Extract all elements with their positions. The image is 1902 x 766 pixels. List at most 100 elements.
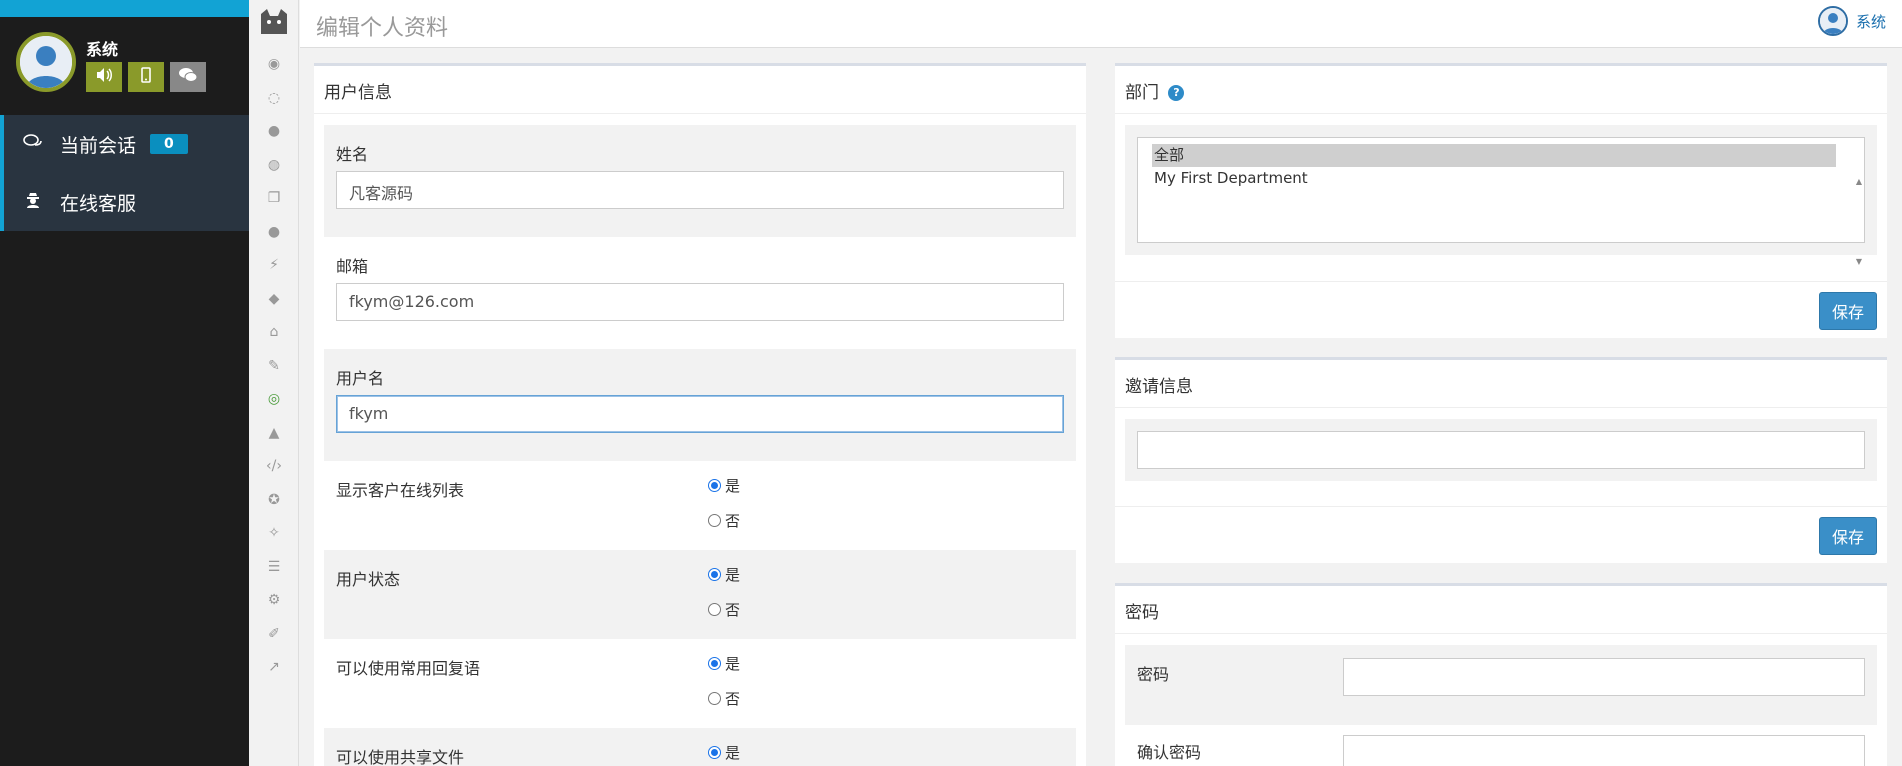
chat-icon	[178, 67, 198, 87]
radio-yes-label: 是	[725, 477, 741, 495]
list-icon[interactable]: ☰	[249, 559, 299, 575]
radio-no[interactable]: 否	[708, 688, 740, 709]
header-user-name: 系统	[1855, 12, 1886, 31]
radio-no-unchecked[interactable]	[708, 514, 721, 527]
radio-yes[interactable]: 是	[708, 653, 740, 674]
eye-icon[interactable]: ◉	[249, 56, 299, 72]
confirm-password-label: 确认密码	[1137, 743, 1202, 762]
profile-card: 系统	[16, 32, 246, 96]
confirm-password-input[interactable]	[1343, 735, 1865, 766]
radio-yes-label: 是	[725, 655, 741, 673]
help-icon[interactable]: ?	[1168, 85, 1185, 101]
panel-title: 密码	[1115, 586, 1887, 634]
password-input[interactable]	[1343, 658, 1865, 696]
profile-name: 系统	[86, 40, 119, 59]
comment-solid-icon[interactable]: ●	[249, 224, 299, 240]
sound-icon	[95, 67, 113, 87]
user-secret-icon	[22, 192, 44, 213]
name-input[interactable]: 凡客源码	[336, 171, 1064, 209]
radio-no[interactable]: 否	[708, 599, 740, 620]
header-avatar	[1817, 6, 1848, 36]
invite-panel: 邀请信息 保存	[1115, 357, 1887, 563]
email-input[interactable]: fkym@126.com	[336, 283, 1064, 321]
department-option[interactable]: 全部	[1152, 144, 1836, 167]
department-panel: 部门 ? 全部 My First Department ▲ ▼ 保存	[1115, 63, 1887, 338]
radio-yes-checked[interactable]	[708, 657, 721, 670]
option-row: 可以使用常用回复语 是 否	[324, 639, 1076, 728]
option-label: 可以使用共享文件	[336, 748, 465, 766]
bank-icon[interactable]: ⌂	[249, 324, 299, 340]
invite-save-button[interactable]: 保存	[1819, 517, 1877, 555]
department-title: 部门	[1125, 83, 1159, 103]
mobile-icon	[141, 67, 151, 87]
nav-online-service[interactable]: 在线客服	[0, 173, 249, 231]
radio-no-label: 否	[725, 690, 741, 708]
mobile-button[interactable]	[128, 62, 164, 92]
department-option[interactable]: My First Department	[1152, 167, 1850, 190]
icon-rail: ◉ ◌ ● ◍ ❐ ● ⚡ ◆ ⌂ ✎ ◎ ▲ ‹/› ✪ ✧ ☰ ⚙ ✐ ↗	[249, 0, 299, 766]
password-panel: 密码 密码 确认密码	[1115, 583, 1887, 766]
header-user[interactable]: 系统	[1817, 6, 1886, 36]
option-row: 用户状态 是 否	[324, 550, 1076, 639]
invite-input[interactable]	[1137, 431, 1865, 469]
sound-button[interactable]	[86, 62, 122, 92]
pencil-icon[interactable]: ✎	[249, 358, 299, 374]
user-circle-icon[interactable]: ◎	[249, 391, 299, 407]
session-count-badge: 0	[150, 134, 188, 154]
radio-no-unchecked[interactable]	[708, 692, 721, 705]
username-input[interactable]: fkym	[336, 395, 1064, 433]
name-row: 姓名 凡客源码	[324, 125, 1076, 237]
option-label: 显示客户在线列表	[336, 481, 465, 500]
radio-yes-checked[interactable]	[708, 568, 721, 581]
radio-no[interactable]: 否	[708, 510, 740, 531]
listbox-scrollbar[interactable]: ▲ ▼	[1856, 142, 1862, 302]
option-row: 可以使用共享文件 是	[324, 728, 1076, 766]
name-label: 姓名	[336, 145, 369, 164]
confirm-password-row: 确认密码	[1125, 725, 1877, 766]
app-logo-icon[interactable]	[259, 8, 289, 36]
email-label: 邮箱	[336, 257, 369, 276]
department-save-button[interactable]: 保存	[1819, 292, 1877, 330]
comment-icon[interactable]: ●	[249, 123, 299, 139]
radio-yes[interactable]: 是	[708, 475, 740, 496]
radio-no-unchecked[interactable]	[708, 603, 721, 616]
magic-icon[interactable]: ✧	[249, 525, 299, 541]
radio-yes-checked[interactable]	[708, 479, 721, 492]
password-label: 密码	[1137, 665, 1170, 684]
avatar[interactable]	[16, 32, 76, 92]
code-icon[interactable]: ‹/›	[249, 458, 299, 474]
line-chart-icon[interactable]: ↗	[249, 659, 299, 675]
panel-title: 部门 ?	[1115, 66, 1887, 114]
wrench-icon[interactable]: ✐	[249, 626, 299, 642]
email-row: 邮箱 fkym@126.com	[324, 237, 1076, 349]
chat-button[interactable]	[170, 62, 206, 92]
radio-yes-checked[interactable]	[708, 746, 721, 759]
nav-current-sessions[interactable]: 当前会话 0	[0, 115, 249, 173]
page-title: 编辑个人资料	[316, 16, 449, 41]
radio-yes[interactable]: 是	[708, 564, 740, 585]
users-icon[interactable]: ✪	[249, 492, 299, 508]
department-listbox[interactable]: 全部 My First Department ▲ ▼	[1137, 137, 1865, 266]
comments-icon[interactable]: ◍	[249, 157, 299, 173]
radio-yes-label: 是	[725, 744, 741, 762]
invite-row	[1125, 419, 1877, 481]
gear-icon[interactable]: ⚙	[249, 592, 299, 608]
panel-title: 用户信息	[314, 66, 1086, 114]
radio-yes[interactable]: 是	[708, 742, 740, 763]
chat-icon[interactable]: ◌	[249, 90, 299, 106]
bolt-icon[interactable]: ⚡	[249, 257, 299, 273]
android-icon[interactable]: ◆	[249, 291, 299, 307]
panel-title: 邀请信息	[1115, 360, 1887, 408]
page-header: 编辑个人资料 系统	[300, 0, 1902, 48]
username-row: 用户名 fkym	[324, 349, 1076, 461]
copy-icon[interactable]: ❐	[249, 190, 299, 206]
option-row: 显示客户在线列表 是 否	[324, 461, 1076, 550]
department-listbox-wrap: 全部 My First Department ▲ ▼	[1125, 125, 1877, 266]
sidebar-top-accent	[0, 0, 249, 17]
sidebar: 系统 当前会话 0 在线客服	[0, 0, 249, 766]
area-chart-icon[interactable]: ▲	[249, 425, 299, 441]
radio-no-label: 否	[725, 512, 741, 530]
username-label: 用户名	[336, 369, 385, 388]
user-info-panel: 用户信息 姓名 凡客源码 邮箱 fkym@126.com 用户名 fkym 显示…	[314, 63, 1086, 766]
nav-label: 在线客服	[60, 192, 137, 215]
